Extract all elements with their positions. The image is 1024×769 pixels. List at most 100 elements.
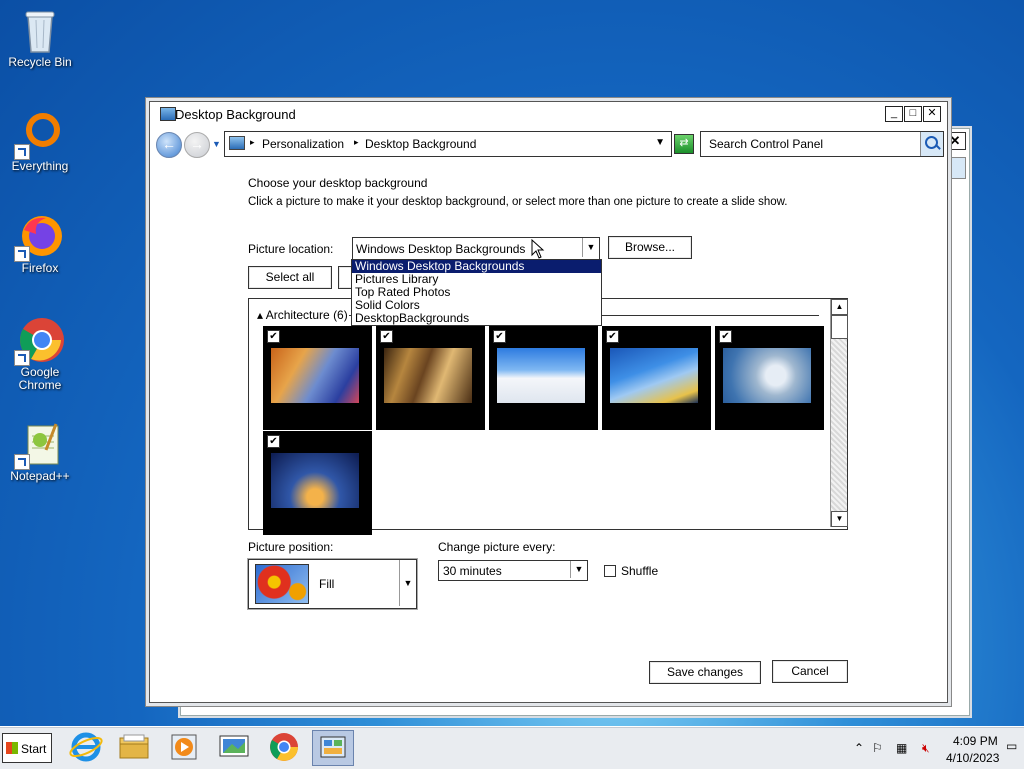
group-title: Architecture (6) (265, 308, 348, 322)
mouse-pointer-icon (531, 239, 545, 259)
shortcut-arrow-icon (14, 350, 30, 366)
wallpaper-preview (271, 348, 359, 403)
show-hidden-icons-icon[interactable]: ⌃ (854, 741, 864, 755)
chevron-down-icon[interactable]: ▼ (582, 238, 599, 257)
wallpaper-thumbnail[interactable]: ✔ (602, 326, 711, 430)
scroll-up-icon[interactable]: ▲ (831, 299, 848, 315)
thumbnail-checkbox[interactable]: ✔ (267, 330, 280, 343)
change-picture-select[interactable]: 30 minutes ▼ (438, 560, 588, 581)
scrollbar-thumb[interactable] (831, 315, 848, 339)
shuffle-label[interactable]: Shuffle (621, 564, 658, 578)
desktop-icon-label: Google Chrome (18, 365, 62, 392)
chevron-down-icon[interactable]: ▼ (570, 561, 587, 578)
maximize-button[interactable]: □ (904, 106, 922, 122)
desktop-icon-notepad-plus-plus[interactable]: Notepad++ (0, 420, 80, 483)
back-button[interactable]: ← (156, 132, 182, 158)
everything-icon (14, 110, 64, 160)
collapse-icon[interactable]: ▴ (257, 308, 263, 322)
wallpaper-preview (384, 348, 472, 403)
cancel-button[interactable]: Cancel (772, 660, 848, 683)
group-header-architecture[interactable]: ▴ Architecture (6) (257, 308, 348, 322)
shortcut-arrow-icon (14, 246, 30, 262)
minimize-button[interactable]: _ (885, 106, 903, 122)
breadcrumb-separator-icon[interactable]: ▸ (354, 137, 359, 148)
clock-date[interactable]: 4/10/2023 (946, 751, 999, 765)
picture-position-select[interactable]: Fill ▼ (248, 559, 417, 609)
breadcrumb-separator-icon[interactable]: ▸ (250, 137, 255, 148)
taskbar-display-settings[interactable] (214, 730, 254, 764)
taskbar-chrome[interactable] (264, 730, 304, 764)
dropdown-option-desktopbackgrounds[interactable]: DesktopBackgrounds (352, 312, 601, 325)
save-changes-button[interactable]: Save changes (649, 661, 761, 684)
forward-button[interactable]: → (184, 132, 210, 158)
wallpaper-thumbnail[interactable]: ✔ (715, 326, 824, 430)
desktop-icon-google-chrome[interactable]: Google Chrome (0, 316, 80, 392)
page-heading: Choose your desktop background (248, 176, 428, 190)
breadcrumb-desktop-background[interactable]: Desktop Background (365, 137, 476, 151)
scroll-down-icon[interactable]: ▼ (831, 511, 848, 527)
thumbnail-checkbox[interactable]: ✔ (493, 330, 506, 343)
media-player-icon (171, 734, 197, 760)
desktop-background-window: Desktop Background _ □ ✕ ← → ▼ ▸ Persona… (149, 101, 948, 703)
taskbar-file-explorer[interactable] (114, 730, 154, 764)
desktop-icon-label: Everything (11, 159, 69, 173)
gallery-scrollbar[interactable]: ▲ ▼ (830, 299, 848, 527)
wallpaper-thumbnail[interactable]: ✔ (489, 326, 598, 430)
shuffle-checkbox[interactable] (604, 565, 616, 577)
breadcrumb-personalization[interactable]: Personalization (262, 137, 344, 151)
internet-explorer-icon (69, 732, 103, 762)
change-picture-label: Change picture every: (438, 540, 556, 554)
search-input[interactable]: Search Control Panel (709, 137, 823, 151)
picture-location-select[interactable]: Windows Desktop Backgrounds ▼ (352, 237, 600, 260)
desktop-icon-recycle-bin[interactable]: Recycle Bin (0, 6, 80, 69)
volume-muted-icon[interactable]: 🔇︎ (922, 741, 930, 756)
thumbnail-checkbox[interactable]: ✔ (380, 330, 393, 343)
network-icon[interactable]: ▦ (896, 741, 907, 755)
picture-position-value: Fill (319, 577, 335, 591)
wallpaper-thumbnail[interactable]: ✔ (263, 431, 372, 535)
browse-button[interactable]: Browse... (608, 236, 692, 259)
wallpaper-preview (497, 348, 585, 403)
taskbar-internet-explorer[interactable] (66, 730, 106, 764)
picture-gallery: ▴ Architecture (6) ✔ ✔ ✔ ✔ ✔ ✔ ▲ ▼ (248, 298, 848, 535)
close-button[interactable]: ✕ (923, 106, 941, 122)
picture-location-label: Picture location: (248, 242, 334, 256)
display-icon (219, 735, 249, 757)
change-picture-value: 30 minutes (443, 564, 502, 578)
show-desktop-icon[interactable]: ▭ (1006, 739, 1017, 753)
title-bar[interactable]: Desktop Background _ □ ✕ (150, 102, 947, 126)
desktop-icon-label: Notepad++ (10, 469, 70, 483)
wallpaper-thumbnail[interactable]: ✔ (263, 326, 372, 430)
address-field[interactable]: ▸ Personalization ▸ Desktop Background ▼ (224, 131, 672, 157)
address-bar: ← → ▼ ▸ Personalization ▸ Desktop Backgr… (154, 131, 944, 159)
desktop-icon-everything[interactable]: Everything (0, 110, 80, 173)
chevron-down-icon[interactable]: ▼ (399, 560, 416, 606)
desktop-icon-label: Firefox (21, 261, 59, 275)
clock-time[interactable]: 4:09 PM (953, 734, 998, 748)
thumbnail-checkbox[interactable]: ✔ (267, 435, 280, 448)
wallpaper-preview (271, 453, 359, 508)
window-title: Desktop Background (175, 107, 296, 122)
picture-position-label: Picture position: (248, 540, 334, 554)
action-center-flag-icon[interactable]: ⚐ (872, 741, 883, 755)
file-explorer-icon (119, 734, 149, 759)
taskbar-control-panel[interactable] (312, 730, 354, 766)
desktop-icon-firefox[interactable]: Firefox (0, 212, 80, 275)
start-button[interactable]: Start (2, 733, 52, 763)
shortcut-arrow-icon (14, 454, 30, 470)
refresh-icon[interactable]: ⇄ (674, 134, 694, 154)
search-icon[interactable] (920, 132, 943, 156)
taskbar: Start ⌃ ⚐ ▦ 🔇︎ 4:09 PM 4/10/2023 ▭ (0, 726, 1024, 769)
recent-pages-dropdown-icon[interactable]: ▼ (212, 139, 221, 149)
control-panel-icon (229, 136, 245, 150)
search-box[interactable]: Search Control Panel (700, 131, 944, 157)
thumbnail-checkbox[interactable]: ✔ (606, 330, 619, 343)
wallpaper-preview (723, 348, 811, 403)
address-dropdown-icon[interactable]: ▼ (655, 137, 665, 148)
select-all-button[interactable]: Select all (248, 266, 332, 289)
position-preview-image (255, 564, 309, 604)
thumbnail-checkbox[interactable]: ✔ (719, 330, 732, 343)
firefox-icon (14, 212, 64, 262)
taskbar-media-player[interactable] (164, 730, 204, 764)
wallpaper-thumbnail[interactable]: ✔ (376, 326, 485, 430)
